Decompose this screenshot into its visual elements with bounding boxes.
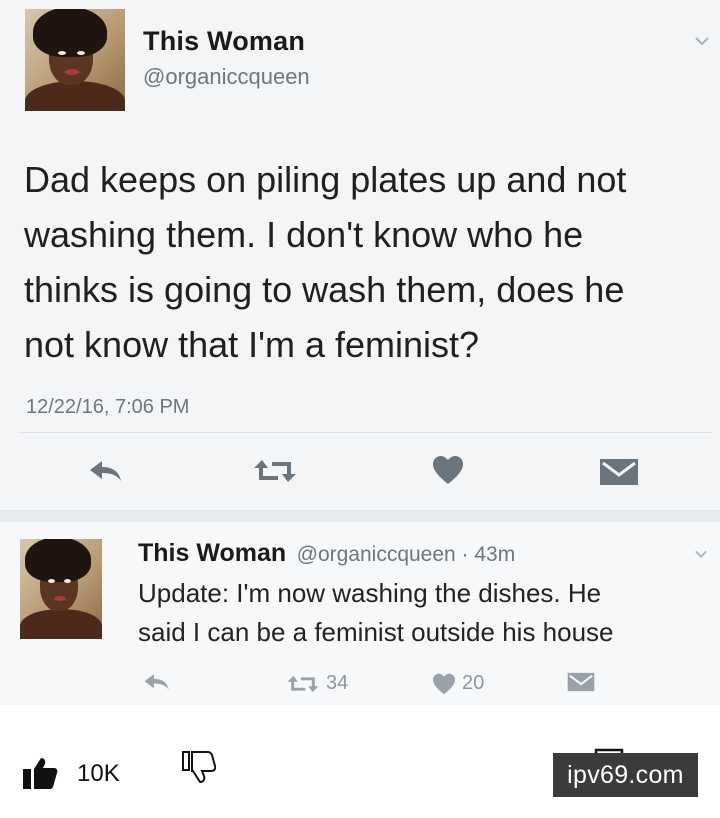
thumb-down-icon[interactable] — [180, 750, 216, 784]
tweet-text-line: Update: I'm now washing the dishes. He — [138, 578, 602, 608]
avatar-lips — [54, 596, 66, 601]
author-name[interactable]: This Woman — [143, 26, 305, 57]
thumb-up-icon[interactable] — [22, 756, 58, 790]
retweet-count: 34 — [326, 672, 349, 694]
tweet-text-line: washing them. I don't know who he — [24, 214, 584, 255]
reply-button[interactable] — [143, 672, 171, 692]
like-button[interactable]: 20 — [432, 672, 484, 695]
direct-message-button[interactable] — [567, 672, 595, 692]
avatar[interactable] — [25, 9, 125, 111]
direct-message-icon[interactable] — [599, 458, 639, 486]
tweet-text-line: not know that I'm a feminist? — [24, 324, 480, 365]
chevron-down-icon[interactable] — [694, 33, 710, 49]
retweet-icon — [287, 675, 319, 692]
tweet-header: This Woman @organiccqueen · 43m — [138, 539, 515, 568]
avatar-eye — [64, 579, 71, 583]
avatar-hair — [33, 9, 107, 57]
avatar-shoulder — [20, 609, 102, 639]
tweet-text-line: said I can be a feminist outside his hou… — [138, 617, 614, 647]
reply-icon — [144, 674, 169, 690]
heart-icon[interactable] — [432, 455, 464, 485]
tweet-timestamp[interactable]: 12/22/16, 7:06 PM — [26, 396, 189, 419]
author-handle[interactable]: @organiccqueen — [143, 64, 310, 90]
divider — [18, 432, 712, 433]
tweet-reply: This Woman @organiccqueen · 43m Update: … — [0, 522, 720, 702]
avatar-hair — [25, 539, 91, 582]
avatar-lips — [65, 69, 79, 75]
retweet-button[interactable]: 34 — [286, 672, 348, 695]
reply-icon[interactable] — [88, 459, 124, 483]
retweet-icon[interactable] — [252, 458, 298, 484]
tweet-text: Dad keeps on piling plates up and not wa… — [24, 152, 704, 372]
like-count: 20 — [462, 672, 485, 694]
tweet-text: Update: I'm now washing the dishes. He s… — [138, 574, 718, 652]
tweet-text-line: Dad keeps on piling plates up and not — [24, 159, 627, 200]
author-name[interactable]: This Woman — [138, 539, 286, 567]
screenshot: This Woman @organiccqueen Dad keeps on p… — [0, 0, 720, 818]
author-handle-time[interactable]: @organiccqueen · 43m — [297, 543, 516, 566]
tweet-text-line: thinks is going to wash them, does he — [24, 269, 625, 310]
avatar-eye — [58, 51, 66, 55]
chevron-down-icon[interactable] — [694, 547, 708, 561]
likes-count: 10K — [77, 760, 120, 787]
avatar-eye — [48, 579, 55, 583]
avatar-eye — [77, 51, 85, 55]
avatar[interactable] — [20, 539, 102, 639]
direct-message-icon — [567, 672, 595, 692]
watermark: ipv69.com — [553, 753, 698, 797]
heart-icon — [433, 673, 455, 694]
avatar-shoulder — [25, 81, 125, 111]
tweet-main: This Woman @organiccqueen Dad keeps on p… — [0, 0, 720, 510]
